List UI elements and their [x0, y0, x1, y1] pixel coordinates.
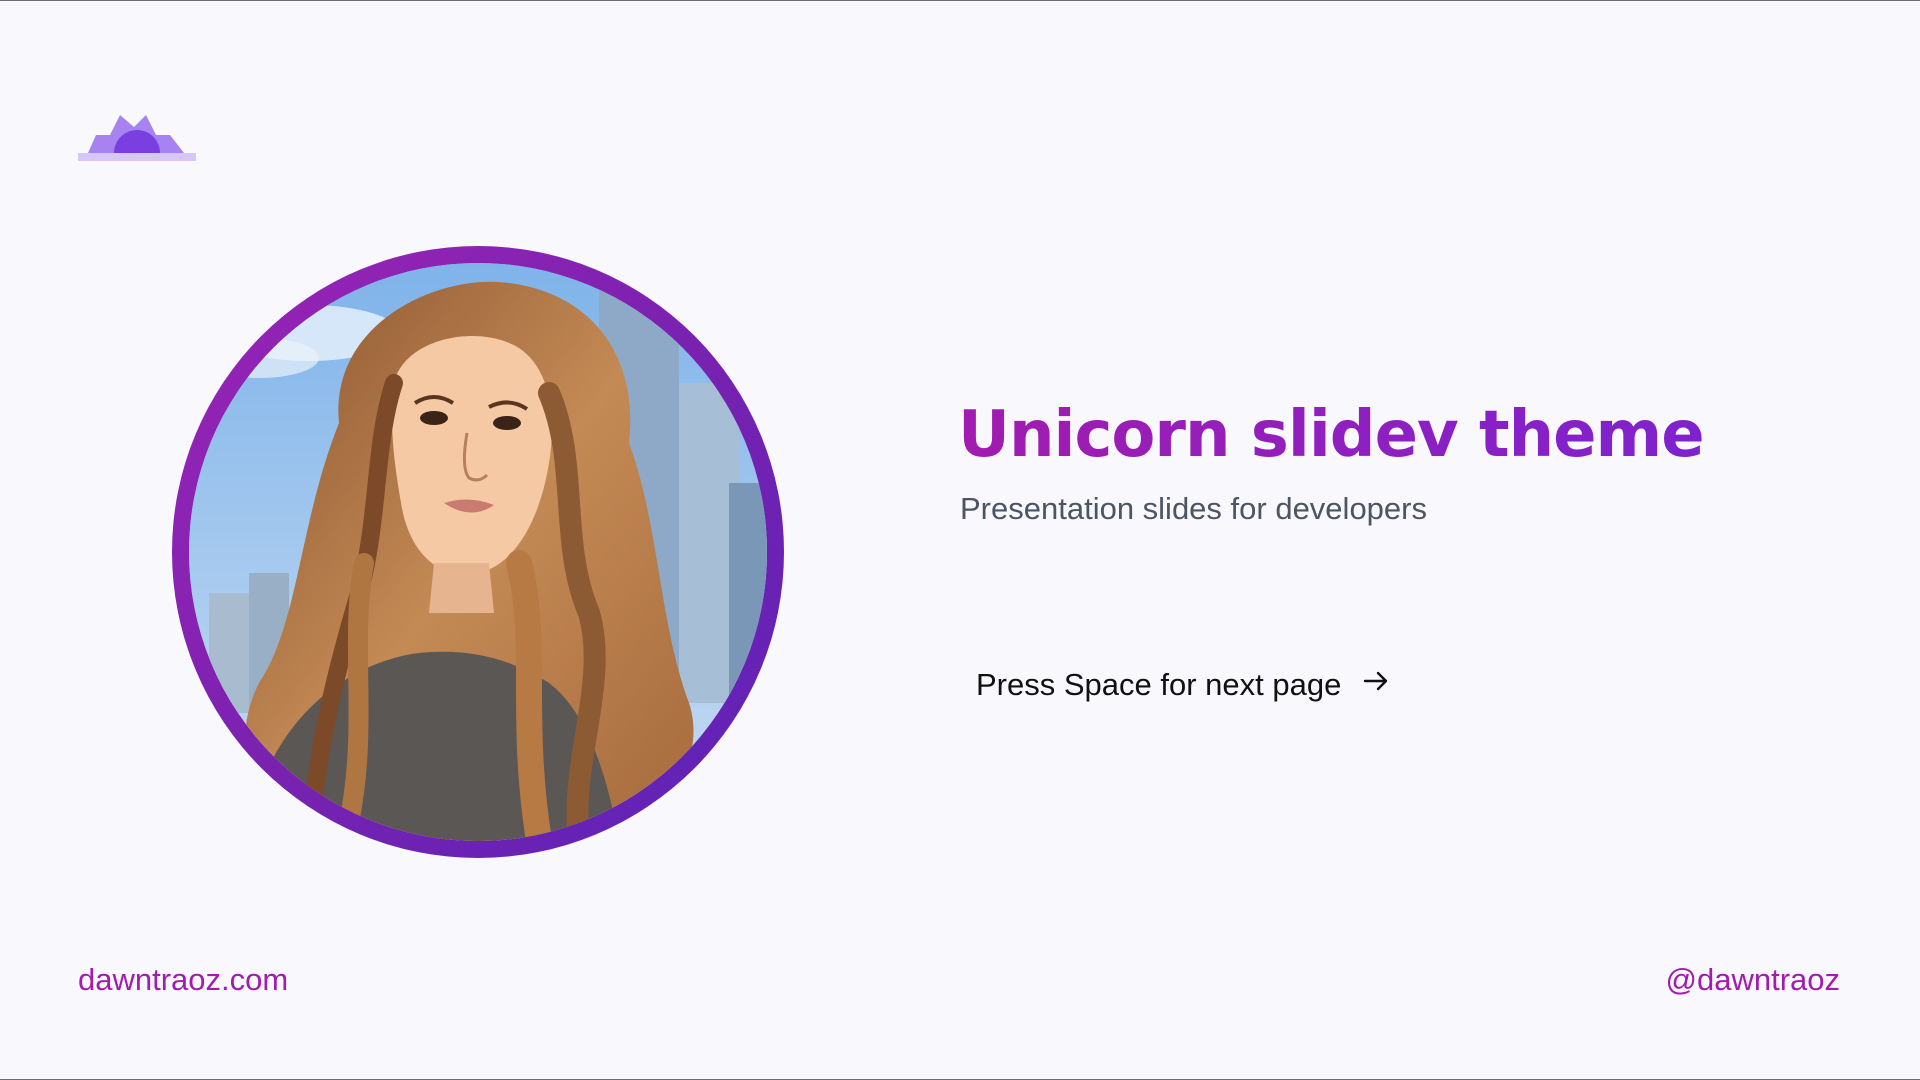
avatar	[189, 263, 767, 841]
avatar-ring	[172, 246, 784, 858]
website-link[interactable]: dawntraoz.com	[78, 959, 288, 1001]
next-page-label: Press Space for next page	[976, 667, 1342, 702]
next-page-button[interactable]: Press Space for next page	[962, 655, 1404, 715]
social-handle-link[interactable]: @dawntraoz	[1666, 959, 1841, 1001]
slide-title: Unicorn slidev theme	[958, 395, 1705, 475]
arrow-right-icon	[1362, 659, 1390, 711]
slide: Unicorn slidev theme Presentation slides…	[0, 0, 1920, 1080]
slide-subtitle: Presentation slides for developers	[960, 491, 1427, 526]
unicorn-lotus-logo-icon	[78, 109, 196, 165]
